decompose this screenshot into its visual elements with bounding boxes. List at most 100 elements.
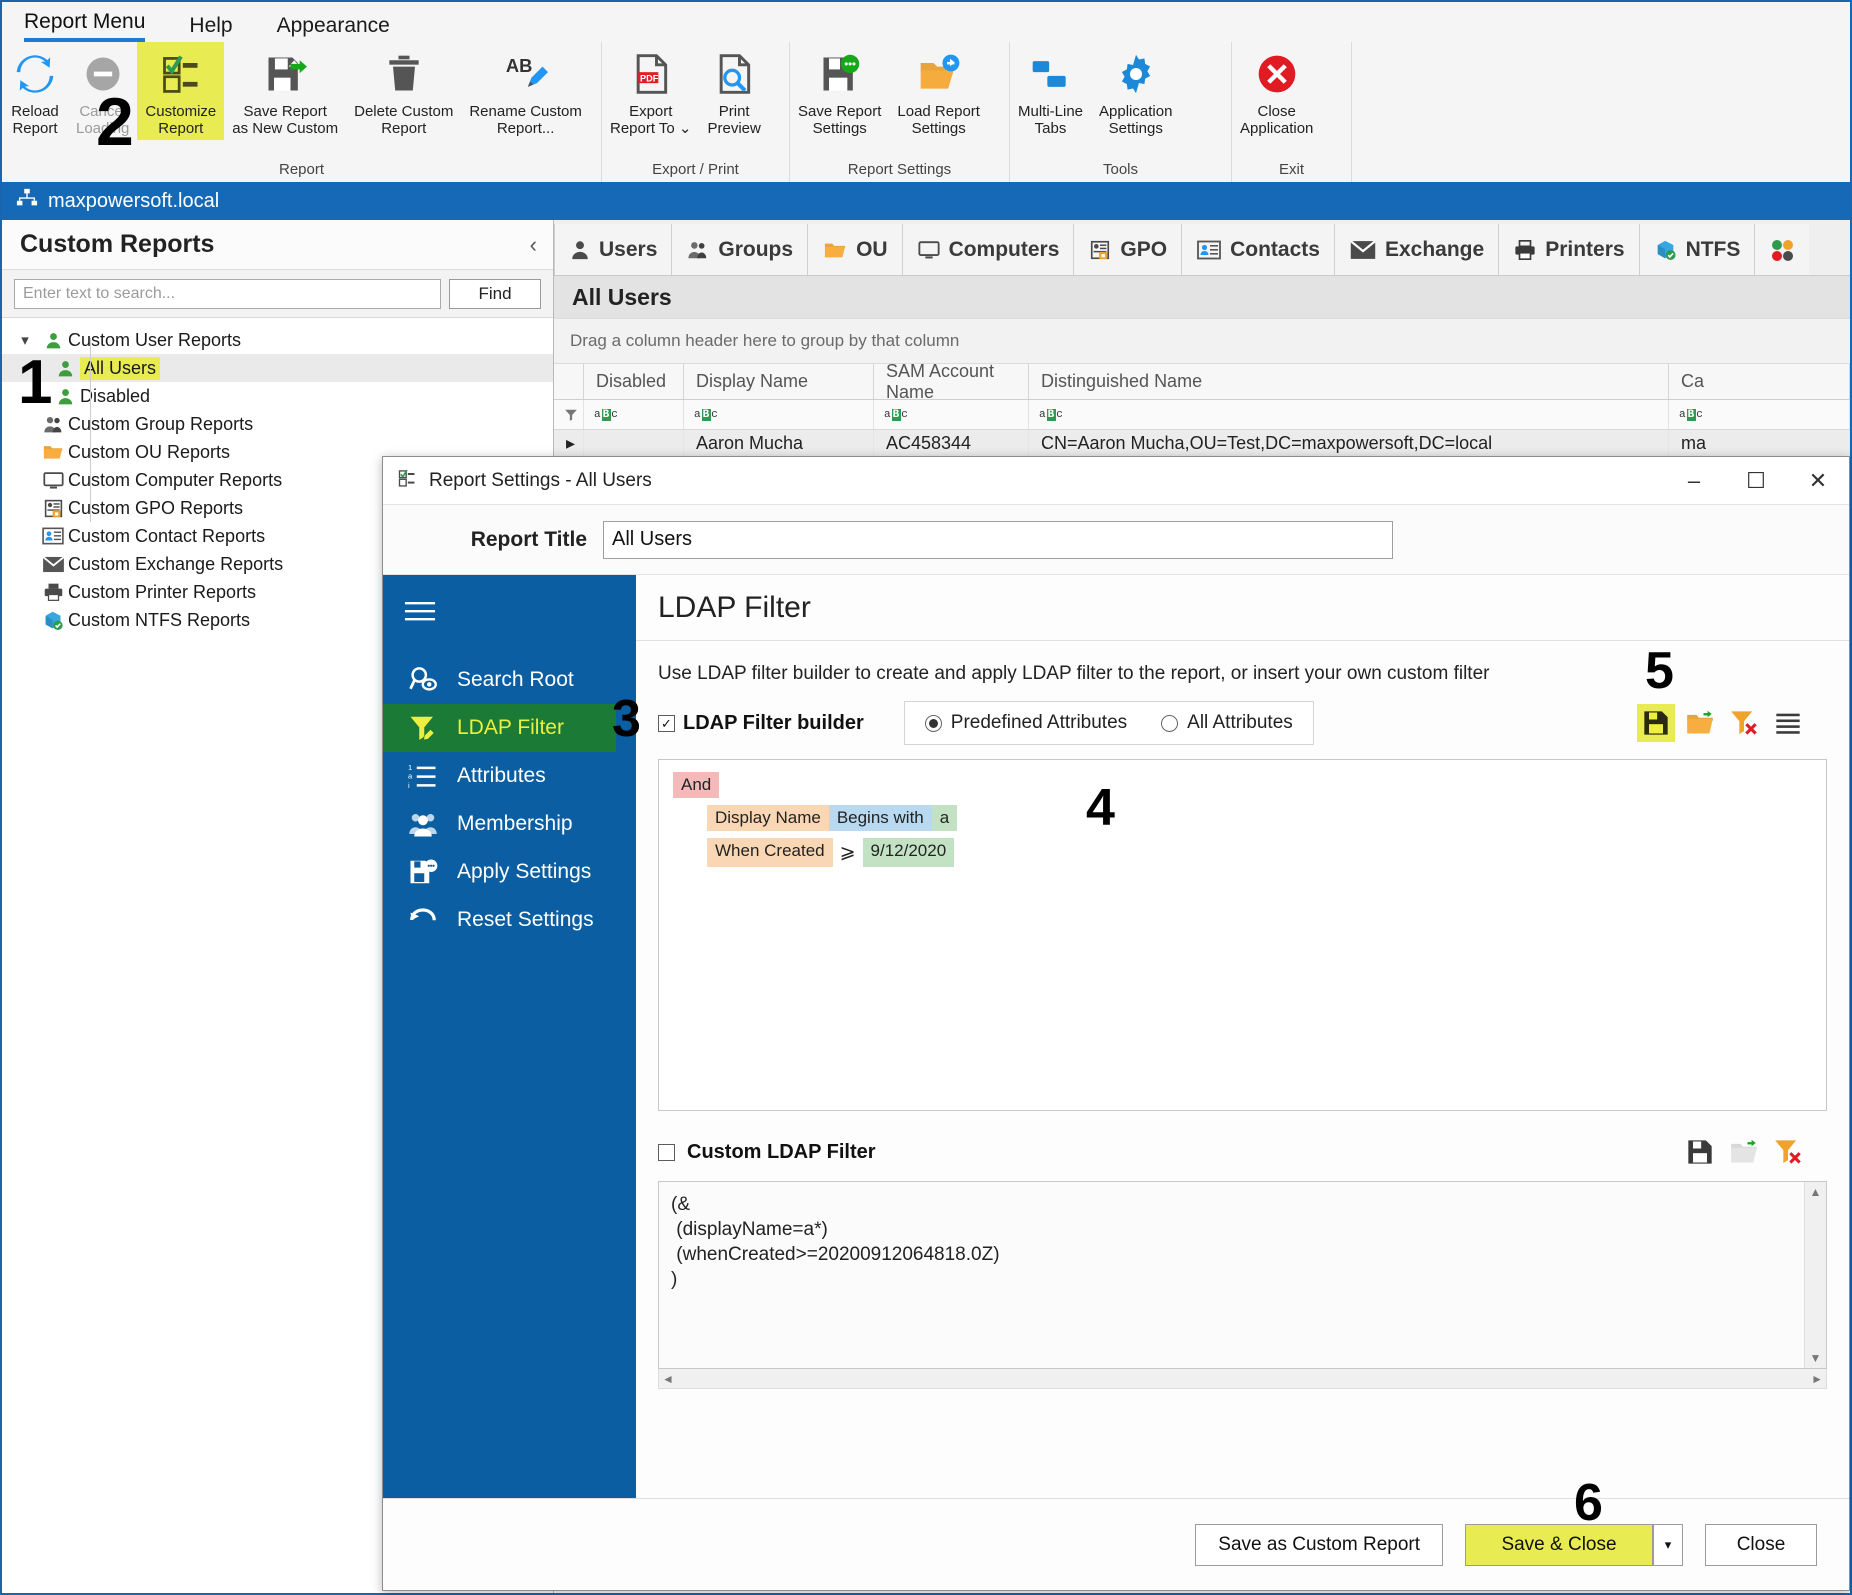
print-preview-button[interactable]: Print Preview: [700, 42, 769, 140]
filter-cell-dn[interactable]: aBc: [1029, 400, 1669, 429]
nav-item-attributes[interactable]: 1ai Attributes: [383, 752, 636, 800]
condition-attribute[interactable]: Display Name: [707, 805, 829, 831]
filter-cell-disabled[interactable]: aBc: [584, 400, 684, 429]
tab-groups[interactable]: Groups: [672, 224, 809, 275]
custom-ldap-filter-header: Custom LDAP Filter: [658, 1133, 1827, 1171]
maximize-button[interactable]: ☐: [1725, 457, 1787, 505]
filter-cell-display-name[interactable]: aBc: [684, 400, 874, 429]
rename-custom-report-button[interactable]: AB Rename Custom Report...: [461, 42, 590, 140]
ldap-filter-builder-canvas[interactable]: And Display Name Begins with a When Crea…: [658, 759, 1827, 1111]
minimize-button[interactable]: –: [1663, 457, 1725, 505]
tab-contacts[interactable]: Contacts: [1182, 224, 1335, 275]
ldap-filter-builder-checkbox[interactable]: ✓: [658, 714, 675, 732]
column-header-disabled[interactable]: Disabled: [584, 364, 684, 399]
custom-ldap-filter-textarea[interactable]: (& (displayName=a*) (whenCreated>=202009…: [658, 1181, 1827, 1369]
chevron-down-icon[interactable]: ▾: [12, 331, 38, 349]
horizontal-scrollbar[interactable]: ◄ ►: [658, 1369, 1827, 1389]
condition-operator[interactable]: ⩾: [833, 838, 863, 867]
logic-operator-chip[interactable]: And: [673, 772, 720, 798]
customize-report-button[interactable]: Customize Report: [137, 42, 225, 140]
nav-item-label: Search Root: [457, 668, 574, 691]
column-header-sam-account-name[interactable]: SAM Account Name: [874, 361, 1029, 402]
tab-more[interactable]: [1755, 224, 1810, 275]
tree-item-disabled[interactable]: Disabled: [2, 382, 553, 410]
menu-report-menu[interactable]: Report Menu: [24, 10, 146, 42]
custom-ldap-filter-checkbox[interactable]: [658, 1143, 675, 1161]
scroll-left-icon[interactable]: ◄: [662, 1372, 674, 1386]
save-report-settings-button[interactable]: Save Report Settings: [790, 42, 889, 140]
tab-gpo[interactable]: GPO: [1074, 224, 1183, 275]
group-by-hint[interactable]: Drag a column header here to group by th…: [554, 318, 1850, 364]
tree-item-custom-group-reports[interactable]: Custom Group Reports: [2, 410, 553, 438]
search-input[interactable]: [14, 278, 441, 309]
condition-value[interactable]: a: [931, 805, 958, 831]
column-header-display-name[interactable]: Display Name: [684, 364, 874, 399]
find-button[interactable]: Find: [449, 278, 541, 309]
nav-item-apply-settings[interactable]: Apply Settings: [383, 848, 636, 896]
scroll-up-icon[interactable]: ▲: [1810, 1185, 1822, 1199]
close-application-label: Close Application: [1240, 103, 1314, 137]
tree-item-custom-user-reports[interactable]: ▾ Custom User Reports: [2, 326, 553, 354]
radio-label: Predefined Attributes: [950, 712, 1128, 733]
save-report-as-new-custom-button[interactable]: Save Report as New Custom: [224, 42, 346, 140]
collapse-pane-icon[interactable]: ‹: [530, 232, 537, 258]
load-report-settings-label: Load Report Settings: [897, 103, 980, 137]
tab-users[interactable]: Users: [554, 224, 673, 275]
menu-help[interactable]: Help: [189, 14, 232, 42]
close-icon[interactable]: ✕: [1787, 457, 1849, 505]
reload-report-button[interactable]: Reload Report: [2, 42, 68, 140]
filter-cell-sam[interactable]: aBc: [874, 400, 1029, 429]
save-and-close-dropdown-icon[interactable]: ▾: [1653, 1523, 1683, 1566]
nav-item-membership[interactable]: Membership: [383, 800, 636, 848]
clear-filter-icon[interactable]: [1725, 704, 1763, 742]
nav-item-search-root[interactable]: Search Root: [383, 656, 636, 704]
hamburger-icon[interactable]: [405, 599, 636, 630]
open-filter-icon[interactable]: [1681, 704, 1719, 742]
radio-all-attributes[interactable]: All Attributes: [1161, 712, 1293, 734]
clear-custom-filter-icon[interactable]: [1769, 1133, 1807, 1171]
condition-attribute[interactable]: When Created: [707, 838, 833, 867]
tab-ou[interactable]: OU: [808, 224, 903, 275]
tree-item-all-users[interactable]: All Users: [2, 354, 553, 382]
application-settings-button[interactable]: Application Settings: [1091, 42, 1180, 140]
menu-bar: Report Menu Help Appearance: [2, 2, 1850, 42]
condition-value[interactable]: 9/12/2020: [862, 838, 955, 867]
ldap-filter-icon: [403, 713, 443, 743]
close-application-button[interactable]: Close Application: [1232, 42, 1321, 140]
vertical-scrollbar[interactable]: ▲ ▼: [1804, 1182, 1826, 1368]
column-header-ca[interactable]: Ca: [1669, 364, 1850, 399]
table-row[interactable]: ▸ Aaron Mucha AC458344 CN=Aaron Mucha,OU…: [554, 430, 1850, 458]
tab-exchange[interactable]: Exchange: [1334, 224, 1500, 275]
scroll-right-icon[interactable]: ►: [1811, 1372, 1823, 1386]
scroll-down-icon[interactable]: ▼: [1810, 1351, 1822, 1365]
grid-header: Disabled Display Name SAM Account Name D…: [554, 361, 1850, 402]
filter-condition-row[interactable]: When Created ⩾ 9/12/2020: [707, 838, 1826, 867]
close-button[interactable]: Close: [1705, 1523, 1817, 1566]
filter-toggle-icon[interactable]: [554, 400, 584, 429]
tab-printers[interactable]: Printers: [1499, 224, 1640, 275]
radio-predefined-attributes[interactable]: Predefined Attributes: [924, 712, 1128, 734]
load-report-settings-button[interactable]: Load Report Settings: [889, 42, 988, 140]
tab-computers[interactable]: Computers: [902, 224, 1075, 275]
ntfs-icon: [1657, 240, 1676, 260]
menu-appearance[interactable]: Appearance: [277, 14, 390, 42]
nav-item-reset-settings[interactable]: Reset Settings: [383, 896, 636, 944]
save-and-close-button[interactable]: Save & Close: [1465, 1523, 1653, 1566]
export-report-to-button[interactable]: PDF Export Report To ⌄: [602, 42, 700, 140]
tab-ntfs[interactable]: NTFS: [1639, 224, 1756, 275]
save-as-custom-report-button[interactable]: Save as Custom Report: [1195, 1523, 1443, 1566]
filter-condition-row[interactable]: Display Name Begins with a: [707, 805, 1826, 831]
report-title-input[interactable]: [603, 520, 1393, 559]
delete-custom-report-button[interactable]: Delete Custom Report: [346, 42, 461, 140]
save-filter-icon[interactable]: [1637, 704, 1675, 742]
multi-line-tabs-button[interactable]: Multi-Line Tabs: [1010, 42, 1091, 140]
save-custom-filter-icon[interactable]: [1681, 1133, 1719, 1171]
filter-list-icon[interactable]: [1769, 704, 1807, 742]
nav-item-ldap-filter[interactable]: LDAP Filter: [383, 704, 616, 752]
column-header-distinguished-name[interactable]: Distinguished Name: [1029, 364, 1669, 399]
color-dots-icon: [1772, 239, 1794, 261]
ribbon-group-tools: Multi-Line Tabs Application Settings Too…: [1010, 42, 1232, 184]
condition-operator[interactable]: Begins with: [828, 805, 932, 831]
open-custom-filter-icon[interactable]: [1725, 1133, 1763, 1171]
filter-cell-ca[interactable]: aBc: [1669, 400, 1850, 429]
